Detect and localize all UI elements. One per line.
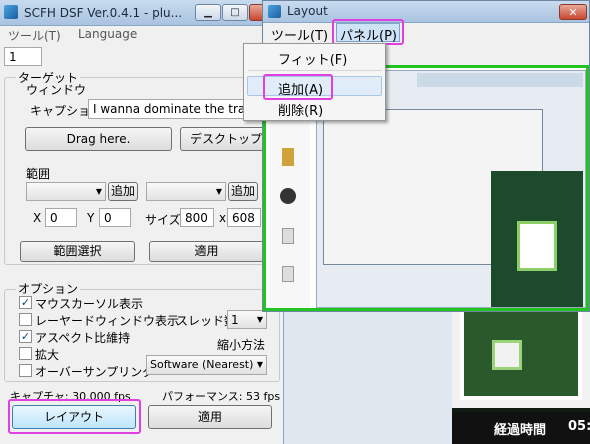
- range-combo-1[interactable]: ▼: [26, 182, 106, 201]
- apply-range-button[interactable]: 適用: [149, 241, 264, 262]
- maximize-button[interactable]: □: [222, 4, 248, 21]
- add-button-2[interactable]: 追加: [228, 182, 258, 201]
- performance-fps-label: パフォーマンス: 53 fps: [162, 390, 281, 403]
- option-aspect-ratio-label: アスペクト比維持: [35, 331, 131, 345]
- option-layered-window-checkbox[interactable]: [19, 313, 32, 326]
- option-oversampling-checkbox[interactable]: [19, 364, 32, 377]
- elapsed-label: 経過時間: [494, 423, 547, 438]
- game-tile-block: [492, 340, 522, 370]
- x-field[interactable]: 0: [45, 208, 77, 227]
- shrink-method-combo[interactable]: Software (Nearest) ▼: [146, 355, 267, 375]
- preview-sidebar-icon-3: [282, 228, 294, 244]
- range-select-button[interactable]: 範囲選択: [20, 241, 135, 262]
- layout-close-button[interactable]: ✕: [559, 4, 587, 20]
- preview-sidebar-icon-4: [282, 266, 294, 282]
- scfh-title: SCFH DSF Ver.0.4.1 - plu...: [24, 6, 183, 20]
- dropdown-delete[interactable]: 削除(R): [278, 100, 323, 119]
- x-label: X: [33, 211, 42, 225]
- preview-sidebar-icon-1: [282, 148, 294, 166]
- shrink-method-value: Software (Nearest): [150, 358, 254, 371]
- drag-here-button[interactable]: Drag here.: [25, 127, 172, 151]
- layout-app-icon: [268, 5, 281, 18]
- layout-menu-panel[interactable]: パネル(P): [340, 25, 397, 44]
- layout-titlebar[interactable]: Layout ✕: [263, 1, 589, 23]
- preview-sidebar-icon-2: [280, 188, 296, 204]
- dropdown-fit[interactable]: フィット(F): [278, 49, 347, 68]
- layout-menubar: ツール(T): [263, 23, 589, 45]
- layout-number-field[interactable]: 1: [4, 47, 42, 66]
- range-label: 範囲: [26, 167, 51, 181]
- height-field[interactable]: 608: [227, 208, 261, 227]
- option-mouse-cursor-checkbox[interactable]: ✓: [19, 296, 32, 309]
- layout-menu-tools[interactable]: ツール(T): [271, 25, 328, 44]
- option-zoom-checkbox[interactable]: [19, 347, 32, 360]
- size-label: サイズ: [145, 213, 181, 227]
- thread-count-value: 1: [231, 313, 239, 327]
- preview-browser-bar: [417, 73, 583, 87]
- option-oversampling-label: オーバーサンプリング: [35, 365, 155, 379]
- scfh-titlebar[interactable]: SCFH DSF Ver.0.4.1 - plu... ▁ □ ✕: [0, 0, 284, 26]
- app-icon: [4, 5, 18, 19]
- dropdown-add[interactable]: 追加(A): [278, 79, 323, 98]
- layout-title: Layout: [287, 4, 328, 18]
- desktop-button[interactable]: デスクトップ: [180, 127, 272, 151]
- add-button-1[interactable]: 追加: [108, 182, 138, 201]
- range-combo-2[interactable]: ▼: [146, 182, 226, 201]
- window-group-label: ウィンドウ: [26, 83, 87, 97]
- game-area: 経過時間 05:: [452, 300, 590, 444]
- scfh-window: SCFH DSF Ver.0.4.1 - plu... ▁ □ ✕ ツール(T)…: [0, 0, 284, 444]
- dropdown-separator: [248, 70, 382, 71]
- layout-window: Layout ✕ ツール(T) パネル(P) フィット(F) 追加(A) 削除(…: [243, 0, 590, 312]
- option-mouse-cursor-label: マウスカーソル表示: [35, 297, 144, 311]
- scfh-menubar: ツール(T) Language: [0, 26, 284, 44]
- menu-language[interactable]: Language: [78, 27, 137, 41]
- elapsed-panel: 経過時間 05:: [452, 412, 590, 444]
- y-field[interactable]: 0: [99, 208, 131, 227]
- shrink-method-label: 縮小方法: [217, 338, 266, 352]
- y-label: Y: [87, 211, 95, 225]
- elapsed-value: 05:: [568, 419, 590, 434]
- game-tile-wall: [452, 300, 590, 408]
- apply-button[interactable]: 適用: [148, 405, 272, 429]
- panel-dropdown: フィット(F) 追加(A) 削除(R): [243, 43, 386, 121]
- layout-button[interactable]: レイアウト: [12, 405, 136, 429]
- thread-count-combo[interactable]: 1 ▼: [227, 310, 267, 329]
- times-label: x: [219, 211, 227, 225]
- minimize-button[interactable]: ▁: [195, 4, 221, 21]
- preview-game-block: [517, 221, 557, 271]
- option-zoom-label: 拡大: [35, 348, 60, 362]
- option-layered-window-label: レーヤードウィンドウ表示: [35, 314, 180, 328]
- width-field[interactable]: 800: [180, 208, 214, 227]
- option-aspect-ratio-checkbox[interactable]: ✓: [19, 330, 32, 343]
- menu-tools[interactable]: ツール(T): [8, 27, 61, 44]
